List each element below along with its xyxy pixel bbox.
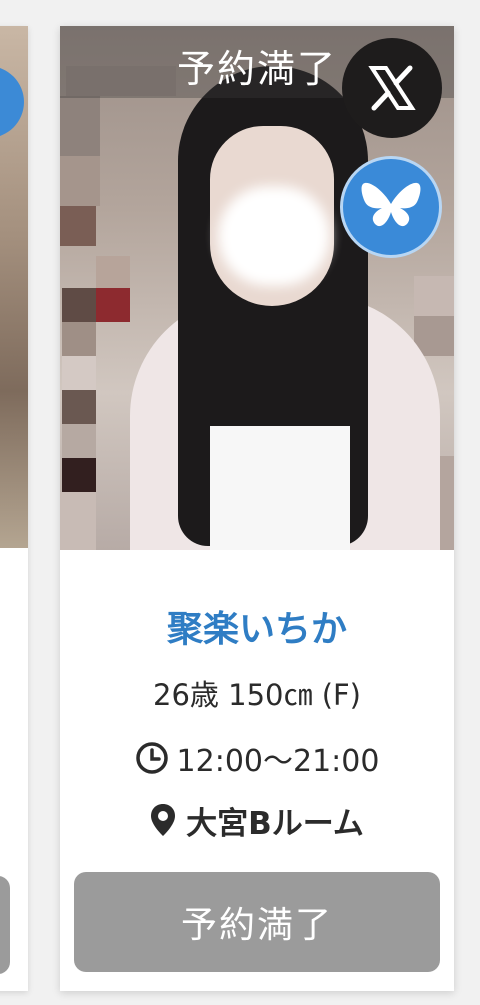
cast-name[interactable]: 聚楽いちか <box>60 600 454 652</box>
clock-icon <box>135 742 168 774</box>
mosaic-block <box>96 288 130 322</box>
mosaic-block <box>60 156 100 206</box>
x-logo-glyph <box>368 65 416 111</box>
mosaic-block <box>96 256 130 290</box>
reserve-full-button[interactable]: 予約満了 <box>74 872 440 972</box>
photo-dress <box>210 426 350 550</box>
area-text: 大宮Bルーム <box>186 805 364 842</box>
previous-card-partial[interactable] <box>0 26 28 991</box>
mosaic-block <box>60 96 100 156</box>
mosaic-block <box>62 424 96 458</box>
cast-hours: 12:00〜21:00 <box>60 738 454 779</box>
hours-text: 12:00〜21:00 <box>176 744 380 779</box>
previous-card-reserve-button[interactable] <box>0 876 10 974</box>
mosaic-block <box>62 288 96 322</box>
mosaic-block <box>414 276 454 316</box>
cast-profile: 26歳 150㎝ (F) <box>153 678 361 712</box>
cast-card[interactable]: 予約満了 聚楽いちか 26歳 150㎝ (F) 12:00〜21:00 大宮Bル… <box>60 26 454 991</box>
butterfly-glyph <box>361 182 421 227</box>
cast-info: 聚楽いちか 26歳 150㎝ (F) 12:00〜21:00 大宮Bルーム 予約… <box>60 550 454 991</box>
photo-face-mask <box>218 186 330 286</box>
mosaic-block <box>60 492 96 550</box>
bluesky-butterfly-icon[interactable] <box>340 156 442 258</box>
map-pin-icon <box>151 804 176 836</box>
mosaic-block <box>60 206 96 246</box>
cast-area: 大宮Bルーム <box>60 798 454 842</box>
mosaic-block <box>62 356 96 390</box>
mosaic-block <box>62 322 96 356</box>
mosaic-block <box>62 458 96 492</box>
cast-photo[interactable]: 予約満了 <box>60 26 454 550</box>
x-logo-icon[interactable] <box>342 38 442 138</box>
mosaic-block <box>62 390 96 424</box>
